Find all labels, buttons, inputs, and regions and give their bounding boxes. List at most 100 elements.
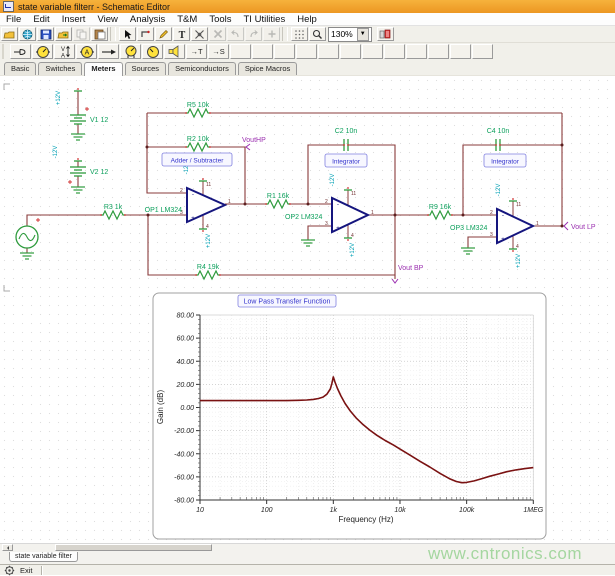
component-jump-to-t-button[interactable]: →T [186, 44, 207, 59]
component-jump-to-s-button[interactable]: →S [208, 44, 229, 59]
toolbar-grip[interactable] [2, 44, 9, 59]
op3-inverting-mark: - [502, 212, 504, 219]
ground-symbol[interactable] [71, 187, 85, 193]
tab-spice-macros[interactable]: Spice Macros [238, 62, 297, 75]
resistor-r2[interactable] [186, 143, 210, 151]
tab-basic[interactable]: Basic [4, 62, 36, 75]
redo-button[interactable] [245, 27, 262, 41]
paste-button[interactable] [91, 27, 108, 41]
wire[interactable] [468, 237, 497, 248]
resistor-r9[interactable] [428, 211, 452, 219]
select-tool-button[interactable] [119, 27, 136, 41]
resistor-r4[interactable] [196, 271, 220, 279]
sheet-tab[interactable]: state variable filter [9, 552, 78, 562]
ground-symbol[interactable] [71, 134, 85, 140]
component-empty-slot [450, 44, 471, 59]
battery-v1[interactable] [70, 115, 86, 124]
resistor-r5[interactable] [186, 109, 210, 117]
op2-noninverting-mark: + [336, 225, 340, 232]
add-button[interactable] [263, 27, 280, 41]
op3-pin2: 2 [490, 210, 493, 216]
status-exit-label[interactable]: Exit [20, 566, 33, 575]
open-web-button[interactable] [19, 27, 36, 41]
component-ohmmeter-button[interactable] [142, 44, 163, 59]
scrollbar-thumb[interactable] [55, 544, 212, 551]
menu-insert[interactable]: Insert [56, 14, 92, 25]
menu-help[interactable]: Help [291, 14, 323, 25]
component-pin-button[interactable] [98, 44, 119, 59]
save-button[interactable] [37, 27, 54, 41]
transfer-function-chart[interactable]: 80.0060.0040.0020.000.00-20.00-40.00-60.… [153, 293, 546, 539]
wire[interactable] [148, 215, 196, 275]
component-multimeter-button[interactable] [120, 44, 141, 59]
wire[interactable] [308, 226, 332, 240]
tab-switches[interactable]: Switches [38, 62, 82, 75]
component-empty-slot [384, 44, 405, 59]
import-button[interactable] [55, 27, 72, 41]
integrator1-annotation-label: Integrator [332, 159, 361, 166]
y-tick-label: 20.00 [175, 382, 194, 389]
schematic-canvas[interactable]: - + - + - + 2 3 1 11 4 2 3 1 11 4 2 3 1 … [0, 76, 615, 543]
ground-symbol[interactable] [301, 240, 315, 246]
battery-v2[interactable] [70, 167, 86, 176]
component-ammeter-button[interactable]: A [76, 44, 97, 59]
label-c4: C4 10n [487, 128, 510, 135]
tab-sources[interactable]: Sources [125, 62, 167, 75]
resistor-r1[interactable] [266, 200, 290, 208]
wire-tool-button[interactable] [137, 27, 154, 41]
undo-icon [230, 29, 241, 39]
junction-dot [394, 214, 397, 217]
voutbp-pin-marker [392, 279, 398, 283]
grid-toggle-button[interactable] [291, 27, 308, 41]
capacitor-c2[interactable] [343, 139, 349, 151]
net-label-voutlp: Vout LP [571, 224, 596, 231]
x-tick-label: 1MEG [523, 507, 543, 514]
interactive-mode-button[interactable] [377, 27, 394, 41]
capacitor-c4[interactable] [495, 139, 501, 151]
menu-analysis[interactable]: Analysis [124, 14, 171, 25]
va-arrows-icon: VA [58, 45, 72, 58]
cursor-icon [123, 29, 133, 40]
component-speaker-button[interactable] [164, 44, 185, 59]
op3-pin11: 11 [516, 202, 521, 208]
ground-symbol[interactable] [20, 253, 34, 259]
delete-button[interactable] [209, 27, 226, 41]
component-empty-slot [230, 44, 251, 59]
zoom-level-select[interactable]: 130% ▼ [328, 27, 372, 42]
scroll-left-button[interactable] [2, 544, 13, 551]
zoom-tool-button[interactable] [309, 27, 326, 41]
open-file-button[interactable] [1, 27, 18, 41]
menu-edit[interactable]: Edit [27, 14, 55, 25]
menu-ti-utilities[interactable]: TI Utilities [238, 14, 292, 25]
chart-xlabel: Frequency (Hz) [338, 515, 393, 524]
signal-generator[interactable] [16, 226, 38, 248]
ground-symbol[interactable] [461, 248, 475, 254]
polarity-plus-mark [85, 107, 89, 111]
menu-tm[interactable]: T&M [171, 14, 203, 25]
zoom-level-value: 130% [331, 29, 353, 39]
gear-icon[interactable] [4, 565, 15, 576]
copy-button[interactable] [73, 27, 90, 41]
component-jack-button[interactable] [10, 44, 31, 59]
wire[interactable] [220, 215, 395, 275]
menu-view[interactable]: View [91, 14, 123, 25]
component-va-meter-button[interactable]: VA [54, 44, 75, 59]
y-tick-label: -80.00 [174, 498, 194, 505]
chart-ylabel: Gain (dB) [156, 390, 165, 425]
cross-wires-button[interactable] [191, 27, 208, 41]
text-tool-button[interactable]: T [173, 27, 190, 41]
menu-tools[interactable]: Tools [203, 14, 237, 25]
op1-pin2: 2 [180, 188, 183, 194]
resistor-r3[interactable] [101, 211, 125, 219]
jump-s-label: →S [212, 47, 225, 56]
component-empty-slot [274, 44, 295, 59]
tab-meters[interactable]: Meters [84, 62, 122, 76]
label-op3-vminus: -12V [496, 184, 502, 197]
component-voltmeter-button[interactable] [32, 44, 53, 59]
y-tick-label: -40.00 [174, 451, 194, 458]
x-tick-label: 100k [459, 507, 475, 514]
tab-semiconductors[interactable]: Semiconductors [168, 62, 236, 75]
draw-tool-button[interactable] [155, 27, 172, 41]
undo-button[interactable] [227, 27, 244, 41]
menu-file[interactable]: File [0, 14, 27, 25]
